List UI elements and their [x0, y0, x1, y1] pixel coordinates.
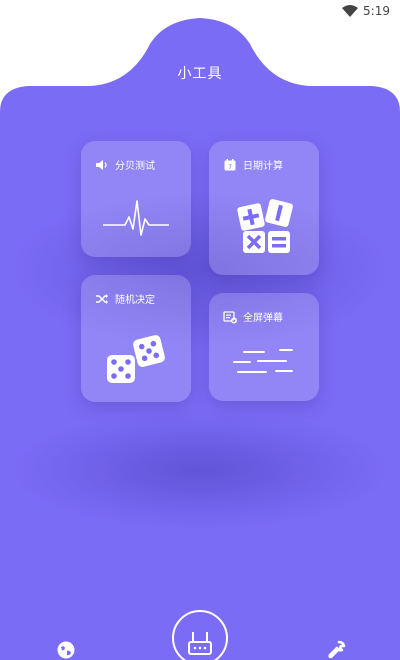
tool-card-decibel[interactable]: 分贝测试 [81, 141, 191, 257]
wrench-icon[interactable] [326, 640, 346, 660]
status-time: 5:19 [363, 4, 390, 18]
tool-card-date-calc[interactable]: 7 日期计算 [209, 141, 319, 275]
page-title: 小工具 [177, 66, 223, 82]
tool-label: 分贝测试 [115, 161, 155, 172]
app-screen: 5:19 小工具 分贝测试 7 日期计算 随机决定 全屏弹幕 [0, 0, 400, 660]
tool-label: 全屏弹幕 [243, 313, 283, 324]
globe-icon[interactable] [56, 640, 76, 660]
scrolling-lines-art [233, 349, 293, 373]
shuffle-icon [96, 293, 108, 304]
tool-label: 日期计算 [243, 161, 283, 172]
calendar-icon: 7 [224, 158, 236, 171]
dice-art [107, 335, 165, 383]
svg-text:7: 7 [228, 164, 232, 171]
speaker-icon [96, 159, 107, 170]
bottom-navigation [0, 600, 400, 660]
status-bar: 5:19 [0, 0, 400, 24]
math-symbols-art [237, 199, 293, 253]
purple-background [0, 18, 400, 660]
wifi-icon [342, 5, 358, 17]
screen-message-icon [223, 310, 237, 323]
tool-card-fullscreen-danmaku[interactable]: 全屏弹幕 [209, 293, 319, 401]
tool-card-random[interactable]: 随机决定 [81, 275, 191, 402]
heartbeat-line [103, 200, 169, 236]
router-icon[interactable] [170, 608, 230, 660]
tool-label: 随机决定 [115, 295, 155, 306]
